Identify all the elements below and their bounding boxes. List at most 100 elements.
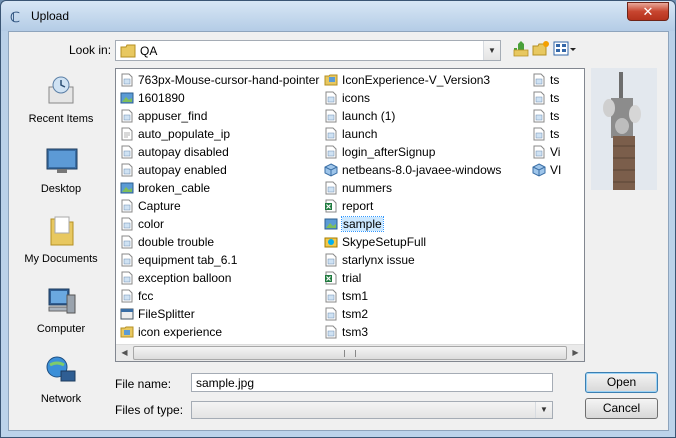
image-file-icon [120,163,134,177]
place-label: Desktop [40,183,82,195]
file-item-label: report [342,199,374,213]
file-item-label: IconExperience-V_Version3 [342,73,491,87]
file-item[interactable]: tsm3 [322,323,522,341]
title-bar[interactable]: ℂ Upload ✕ [1,1,675,31]
file-item-label: icons [342,91,371,105]
image-preview [591,68,657,190]
file-item[interactable]: icon experience [118,323,318,341]
file-item[interactable]: double trouble [118,233,318,251]
image-file-icon [120,271,134,285]
file-item[interactable]: starlynx issue [322,251,522,269]
file-column-1: 763px-Mouse-cursor-hand-pointer 1601890 ap… [118,71,320,341]
file-item-label: 1601890 [138,91,185,105]
view-menu-button[interactable] [553,40,576,60]
file-item-label: exception balloon [138,271,232,285]
file-item[interactable]: 1601890 [118,89,318,107]
file-item-label: VI [550,163,562,177]
file-item[interactable]: Vi [530,143,584,161]
file-list[interactable]: 763px-Mouse-cursor-hand-pointer 1601890 ap… [115,68,585,362]
image-file-icon [532,73,546,87]
file-item[interactable]: nummers [322,179,522,197]
file-item[interactable]: appuser_find [118,107,318,125]
image-file-icon [324,91,338,105]
place-label: My Documents [24,253,98,265]
upload-dialog: ℂ Upload ✕ Look in: QA ▼ Recent Items De… [0,0,676,438]
file-item[interactable]: icons [322,89,522,107]
place-recent-items[interactable]: Recent Items [13,69,109,135]
file-item[interactable]: login_afterSignup [322,143,522,161]
place-desktop[interactable]: Desktop [13,139,109,205]
place-label: Computer [36,323,86,335]
file-item[interactable]: trial [322,269,522,287]
folder-icon [120,325,134,339]
file-item[interactable]: SkypeSetupFull [322,233,522,251]
place-my-documents[interactable]: My Documents [13,209,109,275]
file-item-label: starlynx issue [342,253,415,267]
file-name-input[interactable] [191,373,553,392]
look-in-combo[interactable]: QA ▼ [115,40,501,61]
installer-icon [324,163,338,177]
file-item[interactable]: ts [530,71,584,89]
file-item[interactable]: ts [530,107,584,125]
computer-icon [48,288,76,314]
file-item[interactable]: ts [530,125,584,143]
file-item[interactable]: IconExperience-V_Version3 [322,71,522,89]
file-item[interactable]: equipment tab_6.1 [118,251,318,269]
file-item-label: trial [342,271,362,285]
scrollbar-grip [344,350,356,357]
file-item[interactable]: report [322,197,522,215]
file-item[interactable]: VI [530,161,584,179]
file-item[interactable]: launch (1) [322,107,522,125]
files-of-type-combo[interactable]: ▼ [191,401,553,419]
file-column-2: IconExperience-V_Version3icons launch (1)… [322,71,522,341]
file-item[interactable]: auto_populate_ip [118,125,318,143]
file-item[interactable]: broken_cable [118,179,318,197]
file-item[interactable]: netbeans-8.0-javaee-windows [322,161,522,179]
file-item-label: login_afterSignup [342,145,436,159]
image-file-icon [532,145,546,159]
chevron-down-icon[interactable]: ▼ [483,41,500,60]
dialog-body: Look in: QA ▼ Recent Items Desktop My Do… [8,31,669,431]
image-file-icon [324,109,338,123]
file-item[interactable]: autopay enabled [118,161,318,179]
scrollbar-thumb[interactable] [133,346,567,360]
my-documents-icon [50,216,74,246]
file-item[interactable]: exception balloon [118,269,318,287]
file-item[interactable]: sample [322,215,522,233]
file-item[interactable]: Capture [118,197,318,215]
file-item-label: ts [550,91,560,105]
excel-file-icon [324,199,338,213]
horizontal-scrollbar[interactable]: ◀ ▶ [116,344,584,361]
file-item-label: netbeans-8.0-javaee-windows [342,163,502,177]
chevron-down-icon[interactable]: ▼ [535,402,552,418]
image-file-icon [120,235,134,249]
picture-file-icon [324,217,338,231]
installer-icon [532,163,546,177]
file-item-label: double trouble [138,235,215,249]
file-item[interactable]: fcc [118,287,318,305]
close-button[interactable]: ✕ [627,2,669,21]
file-column-3: ts ts ts ts Vi VI [530,71,584,179]
file-item[interactable]: tsm2 [322,305,522,323]
file-item-label: 763px-Mouse-cursor-hand-pointer [138,73,320,87]
file-item-label: ts [550,127,560,141]
file-item[interactable]: 763px-Mouse-cursor-hand-pointer [118,71,320,89]
up-folder-button[interactable] [511,40,531,60]
scroll-right-icon[interactable]: ▶ [567,345,584,361]
place-computer[interactable]: Computer [13,279,109,345]
file-item[interactable]: color [118,215,318,233]
file-item[interactable]: tsm1 [322,287,522,305]
file-item-label: fcc [138,289,154,303]
scroll-left-icon[interactable]: ◀ [116,345,133,361]
open-button[interactable]: Open [585,372,658,393]
file-item[interactable]: FileSplitter [118,305,318,323]
cancel-button[interactable]: Cancel [585,398,658,419]
file-item[interactable]: autopay disabled [118,143,318,161]
files-of-type-label: Files of type: [115,403,184,417]
file-item[interactable]: launch [322,125,522,143]
folder-icon [120,44,136,58]
file-item[interactable]: ts [530,89,584,107]
file-item-label: launch [342,127,378,141]
place-network[interactable]: Network [13,349,109,415]
new-folder-button[interactable] [531,40,551,60]
